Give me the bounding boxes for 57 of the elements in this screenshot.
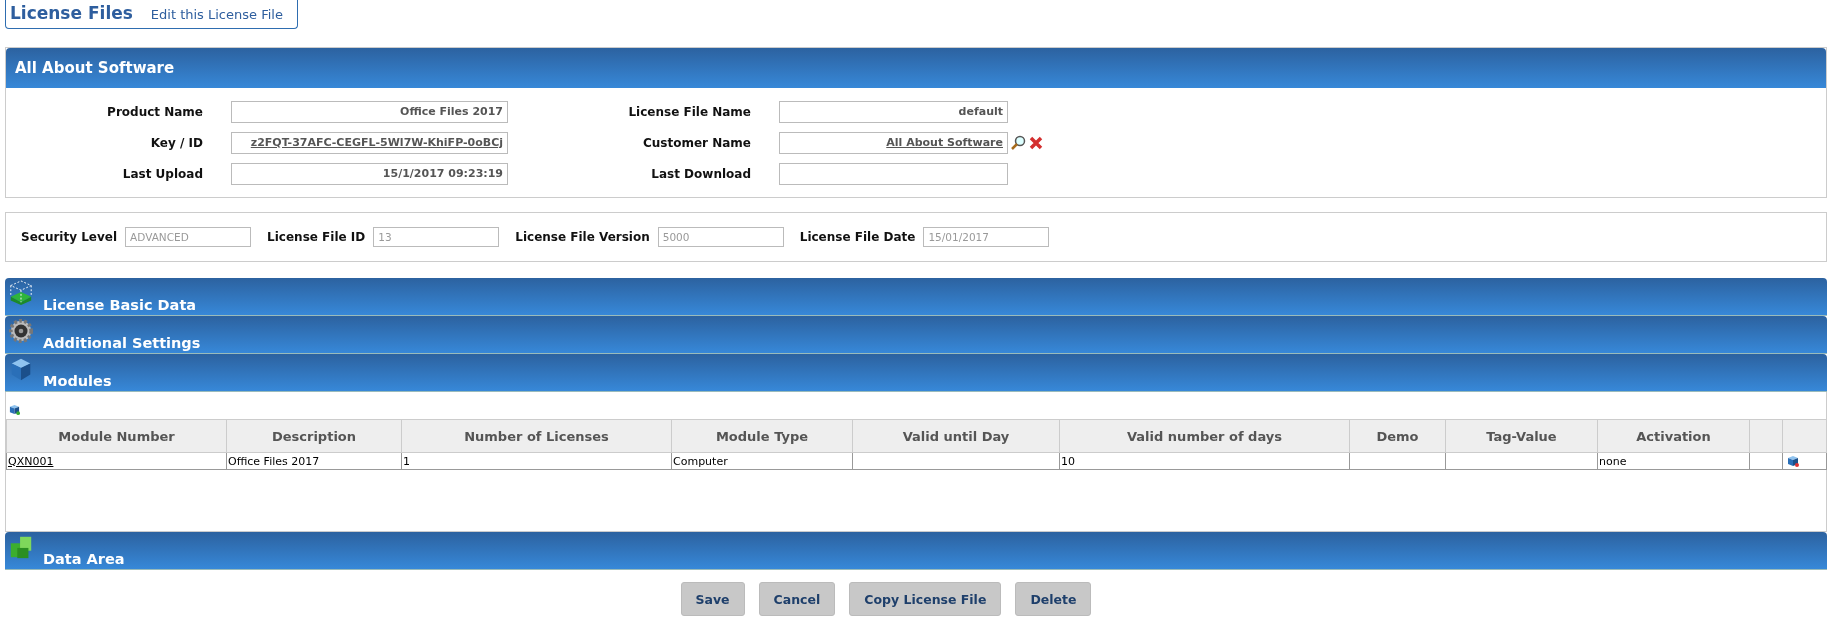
close-icon[interactable]: [1028, 135, 1044, 151]
section-title: Modules: [43, 373, 112, 391]
action-button[interactable]: Save: [680, 582, 745, 616]
field-label: Key / ID: [149, 136, 203, 150]
field-label: License File Date: [799, 230, 916, 244]
section-header[interactable]: Additional Settings: [5, 316, 1827, 354]
module-link[interactable]: QXN001: [6, 452, 227, 470]
column-header: Activation: [1597, 419, 1750, 453]
section-header[interactable]: License Basic Data: [5, 278, 1827, 316]
input-field[interactable]: [779, 163, 1008, 185]
input-field[interactable]: z2FQT-37AFC-CEGFL-5Wl7W-KhiFP-0oBCj: [231, 132, 508, 154]
field-label: Product Name: [106, 105, 203, 119]
section-title: Data Area: [43, 551, 125, 569]
search-icon[interactable]: [1010, 135, 1026, 151]
section-header[interactable]: Data Area: [5, 532, 1827, 570]
column-header: Valid number of days: [1059, 419, 1350, 453]
table-cell: 1: [401, 452, 672, 470]
panel-title: All About Software: [15, 59, 175, 77]
field-label: Security Level: [21, 230, 118, 244]
action-button[interactable]: Cancel: [758, 582, 836, 616]
cube-icon[interactable]: [9, 404, 20, 415]
column-header: Description: [226, 419, 402, 453]
field-label: Last Download: [650, 167, 751, 181]
column-header: Module Type: [671, 419, 853, 453]
edit-link[interactable]: Edit this License File: [150, 7, 283, 22]
column-header: Tag-Value: [1445, 419, 1598, 453]
field-label: License File Version: [515, 230, 650, 244]
input-field: 5000: [657, 227, 784, 247]
input-field: 13: [373, 227, 500, 247]
input-field[interactable]: 15/1/2017 09:23:19: [231, 163, 508, 185]
action-button[interactable]: Copy License File: [849, 582, 1002, 616]
input-field[interactable]: All About Software: [779, 132, 1008, 154]
column-header: Number of Licenses: [401, 419, 672, 453]
field-label: License File Name: [627, 105, 751, 119]
section-title: Additional Settings: [43, 335, 201, 353]
table-cell: none: [1597, 452, 1750, 470]
section-header[interactable]: Modules: [5, 354, 1827, 392]
page-title: License Files: [10, 3, 133, 23]
column-header: Demo: [1349, 419, 1446, 453]
field-label: License File ID: [267, 230, 366, 244]
input-field: ADVANCED: [125, 227, 252, 247]
column-header: Module Number: [6, 419, 227, 453]
blocks-icon: [8, 534, 34, 560]
box-outline-icon: [8, 280, 34, 306]
table-cell: 10: [1059, 452, 1350, 470]
field-label: Last Upload: [121, 167, 203, 181]
input-field[interactable]: default: [779, 101, 1008, 123]
table-cell: Computer: [671, 452, 853, 470]
cube-icon[interactable]: [1787, 455, 1799, 467]
input-field[interactable]: Office Files 2017: [231, 101, 508, 123]
gear-icon: [8, 318, 34, 344]
section-title: License Basic Data: [43, 297, 197, 315]
action-button[interactable]: Delete: [1015, 582, 1092, 616]
field-label: Customer Name: [642, 136, 751, 150]
table-cell: Office Files 2017: [226, 452, 402, 470]
column-header: Valid until Day: [852, 419, 1060, 453]
input-field: 15/01/2017: [923, 227, 1050, 247]
